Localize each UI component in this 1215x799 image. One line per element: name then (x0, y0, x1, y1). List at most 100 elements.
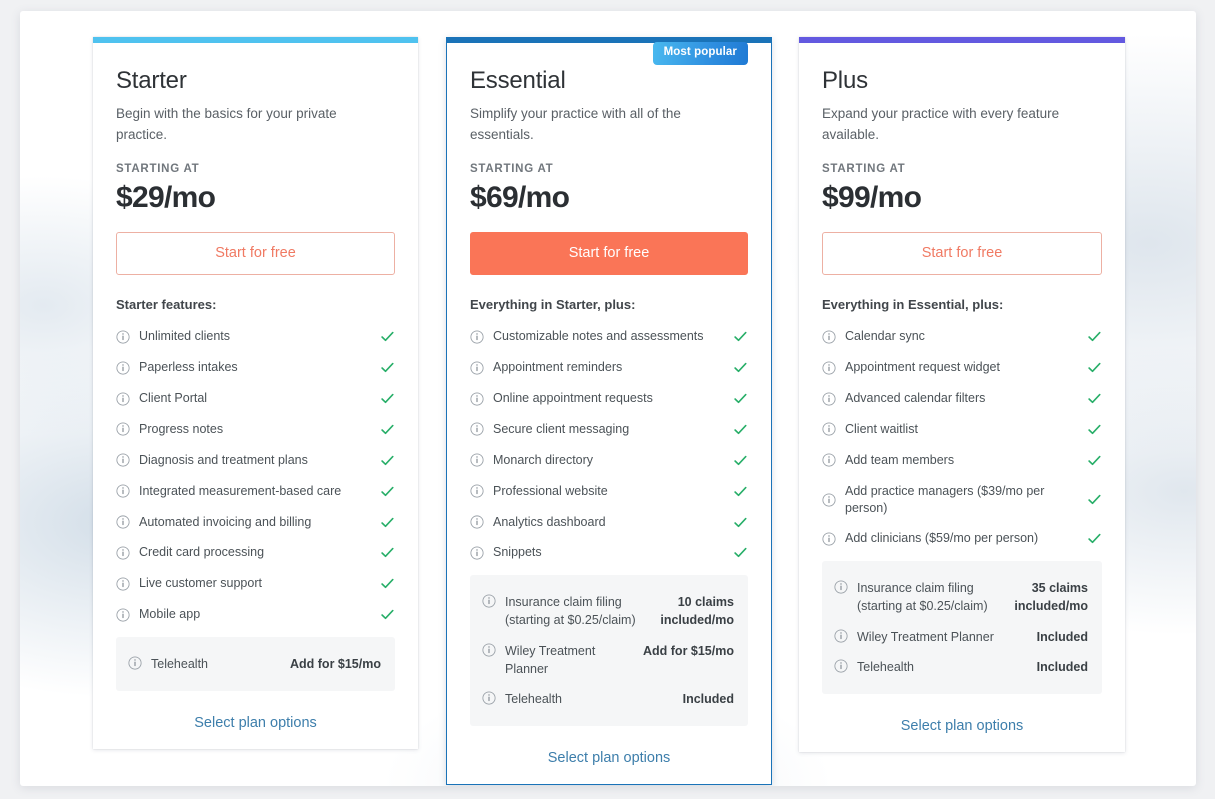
check-icon (381, 332, 394, 342)
check-icon (734, 424, 747, 435)
info-icon[interactable] (116, 515, 130, 529)
info-icon[interactable] (470, 515, 484, 529)
info-icon[interactable] (116, 484, 130, 498)
info-icon[interactable] (116, 608, 130, 622)
info-icon[interactable] (482, 594, 496, 608)
feature-label: Secure client messaging (493, 421, 630, 436)
info-icon[interactable] (834, 659, 848, 673)
feature-label: Automated invoicing and billing (139, 514, 312, 529)
info-icon[interactable] (822, 330, 836, 344)
addon-name: Insurance claim filing (starting at $0.2… (857, 581, 988, 614)
addon-name: Wiley Treatment Planner (857, 629, 994, 644)
pricing-cards-container: Starter Begin with the basics for your pr… (20, 11, 1196, 786)
features-title: Everything in Starter, plus: (470, 297, 636, 313)
addon-row: Wiley Treatment Planner Included (834, 622, 1088, 652)
check-icon (381, 455, 394, 465)
plan-price: $99/mo (822, 180, 922, 214)
check-icon (381, 393, 394, 404)
check-icon (381, 609, 394, 620)
feature-item: Secure client messaging (470, 417, 748, 442)
info-icon[interactable] (470, 330, 484, 344)
check-icon (381, 548, 394, 558)
info-icon[interactable] (116, 330, 130, 344)
info-icon[interactable] (822, 391, 836, 406)
info-icon[interactable] (822, 532, 836, 546)
feature-label: Paperless intakes (139, 360, 238, 375)
plan-price: $29/mo (116, 180, 216, 214)
feature-label: Client waitlist (845, 421, 918, 436)
info-icon[interactable] (482, 691, 496, 705)
feature-item: Diagnosis and treatment plans (116, 448, 395, 473)
check-icon (381, 486, 394, 496)
feature-list: Customizable notes and assessments Appoin… (470, 324, 748, 565)
info-icon[interactable] (470, 484, 484, 498)
card-inner: Most popular Essential Simplify your pract… (446, 37, 772, 785)
addon-left: Insurance claim filing (starting at $0.2… (834, 579, 1014, 615)
start-for-free-button[interactable]: Start for free (116, 231, 395, 276)
feature-item: Add clinicians ($59/mo per person) (822, 526, 1102, 551)
addon-row: Insurance claim filing (starting at $0.2… (834, 573, 1088, 621)
feature-item: Client Portal (116, 386, 395, 411)
addon-left: Telehealth (834, 658, 1037, 676)
info-icon[interactable] (116, 361, 130, 375)
plan-description: Expand your practice with every feature … (822, 106, 1060, 142)
info-icon[interactable] (482, 643, 496, 657)
feature-label: Professional website (493, 483, 608, 498)
info-icon[interactable] (470, 422, 484, 436)
info-icon[interactable] (116, 577, 130, 591)
addon-left: Telehealth (128, 655, 290, 673)
feature-item: Progress notes (116, 417, 395, 442)
starting-at-label: STARTING AT (116, 162, 200, 175)
info-icon[interactable] (128, 656, 142, 670)
info-icon[interactable] (116, 546, 130, 560)
card-body: Most popular Essential Simplify your pract… (447, 42, 771, 766)
info-icon[interactable] (116, 453, 130, 467)
info-icon[interactable] (470, 453, 484, 467)
info-icon[interactable] (116, 422, 130, 436)
feature-label: Live customer support (139, 576, 262, 591)
check-icon (1088, 534, 1101, 544)
info-icon[interactable] (470, 361, 484, 375)
addon-left: Telehealth (482, 690, 683, 708)
addon-value: 10 claims included/mo (660, 595, 734, 628)
feature-item: Appointment reminders (470, 355, 748, 380)
pricing-card-essential: Most popular Essential Simplify your pract… (446, 37, 772, 785)
info-icon[interactable] (470, 546, 484, 560)
feature-item: Online appointment requests (470, 386, 748, 411)
card-body: Starter Begin with the basics for your pr… (93, 43, 418, 731)
addon-name: Wiley Treatment Planner (505, 643, 596, 676)
feature-label: Client Portal (139, 391, 208, 406)
addon-name: Telehealth (505, 691, 562, 706)
info-icon[interactable] (116, 391, 130, 406)
addon-value: Add for $15/mo (290, 657, 381, 672)
feature-list: Calendar sync Appointment request widget A… (822, 324, 1102, 551)
info-icon[interactable] (822, 493, 836, 507)
info-icon[interactable] (834, 580, 848, 594)
check-icon (734, 455, 747, 465)
feature-item: Add practice managers ($39/mo per person… (822, 479, 1102, 521)
addon-value: Included (1036, 659, 1088, 674)
info-icon[interactable] (822, 422, 836, 436)
info-icon[interactable] (834, 629, 848, 643)
feature-item: Advanced calendar filters (822, 386, 1102, 411)
start-for-free-button[interactable]: Start for free (470, 231, 748, 276)
check-icon (1088, 494, 1101, 505)
check-icon (734, 517, 747, 527)
starting-at-label: STARTING AT (470, 162, 554, 175)
addon-left: Wiley Treatment Planner (834, 628, 1037, 646)
addon-value: 35 claims included/mo (1014, 581, 1088, 614)
feature-item: Professional website (470, 479, 748, 504)
check-icon (1088, 332, 1101, 342)
feature-list: Unlimited clients Paperless intakes Client… (116, 324, 395, 627)
info-icon[interactable] (822, 453, 836, 467)
start-for-free-button[interactable]: Start for free (822, 231, 1102, 276)
check-icon (734, 362, 747, 373)
info-icon[interactable] (822, 361, 836, 375)
card-body: Plus Expand your practice with every feat… (799, 43, 1125, 734)
feature-label: Diagnosis and treatment plans (139, 452, 308, 467)
feature-item: Calendar sync (822, 324, 1102, 349)
select-plan-options-link[interactable]: Select plan options (822, 718, 1102, 734)
info-icon[interactable] (470, 391, 484, 406)
select-plan-options-link[interactable]: Select plan options (470, 750, 748, 766)
select-plan-options-link[interactable]: Select plan options (116, 715, 395, 731)
